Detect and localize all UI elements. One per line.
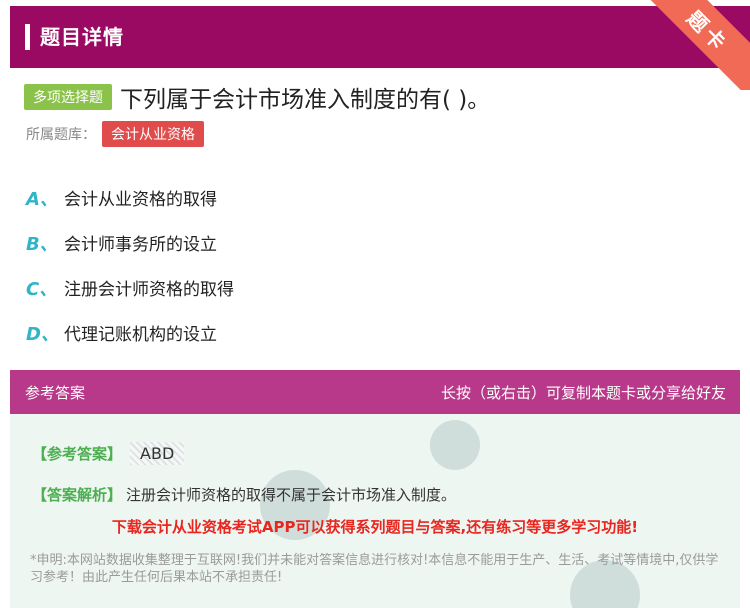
title-accent-bar (25, 24, 30, 50)
option-letter: A、 (26, 188, 58, 210)
bank-label: 所属题库： (26, 127, 96, 143)
ribbon-corner: 题卡 (640, 0, 750, 90)
option-d[interactable]: D、 代理记账机构的设立 (26, 310, 234, 355)
reference-answer-label: 【参考答案】 (32, 445, 123, 463)
option-text: 代理记账机构的设立 (64, 325, 217, 345)
answer-card[interactable]: 参考答案 长按（或右击）可复制本题卡或分享给好友 【参考答案】 ABD 【答案解… (10, 370, 740, 608)
option-text: 会计从业资格的取得 (64, 190, 217, 210)
options-list: A、 会计从业资格的取得 B、 会计师事务所的设立 C、 注册会计师资格的取得 … (26, 175, 234, 355)
option-text: 会计师事务所的设立 (64, 235, 217, 255)
option-letter: D、 (26, 323, 59, 345)
analysis-label: 【答案解析】 (32, 486, 123, 504)
ribbon-label: 题卡 (682, 5, 734, 57)
header-bar: 题目详情 (10, 6, 750, 68)
share-hint: 长按（或右击）可复制本题卡或分享给好友 (440, 384, 726, 402)
question-text: 下列属于会计市场准入制度的有( )。 (120, 87, 491, 113)
download-app-promo[interactable]: 下载会计从业资格考试APP可以获得系列题目与答案,还有练习等更多学习功能! (10, 516, 740, 537)
option-letter: B、 (26, 233, 58, 255)
answer-header-title: 参考答案 (25, 384, 86, 402)
question-type-badge: 多项选择题 (24, 84, 112, 110)
reference-answer-value: ABD (130, 442, 185, 465)
bank-line: 所属题库： 会计从业资格 (26, 121, 204, 147)
page-title: 题目详情 (40, 25, 124, 49)
reference-answer-row: 【参考答案】 ABD (32, 442, 185, 465)
option-b[interactable]: B、 会计师事务所的设立 (26, 220, 234, 265)
option-a[interactable]: A、 会计从业资格的取得 (26, 175, 234, 220)
bank-badge[interactable]: 会计从业资格 (102, 121, 204, 147)
disclaimer-text: *申明:本网站数据收集整理于互联网!我们并未能对答案信息进行核对!本信息不能用于… (30, 553, 719, 585)
option-c[interactable]: C、 注册会计师资格的取得 (26, 265, 234, 310)
analysis-text: 注册会计师资格的取得不属于会计市场准入制度。 (126, 486, 457, 504)
analysis-row: 【答案解析】 注册会计师资格的取得不属于会计市场准入制度。 (32, 484, 456, 505)
ribbon-badge: 题卡 (641, 0, 750, 90)
option-letter: C、 (26, 278, 58, 300)
option-text: 注册会计师资格的取得 (64, 280, 234, 300)
answer-header: 参考答案 长按（或右击）可复制本题卡或分享给好友 (10, 370, 740, 414)
question-line: 多项选择题 下列属于会计市场准入制度的有( )。 (24, 80, 490, 114)
watermark-circle (430, 420, 480, 470)
